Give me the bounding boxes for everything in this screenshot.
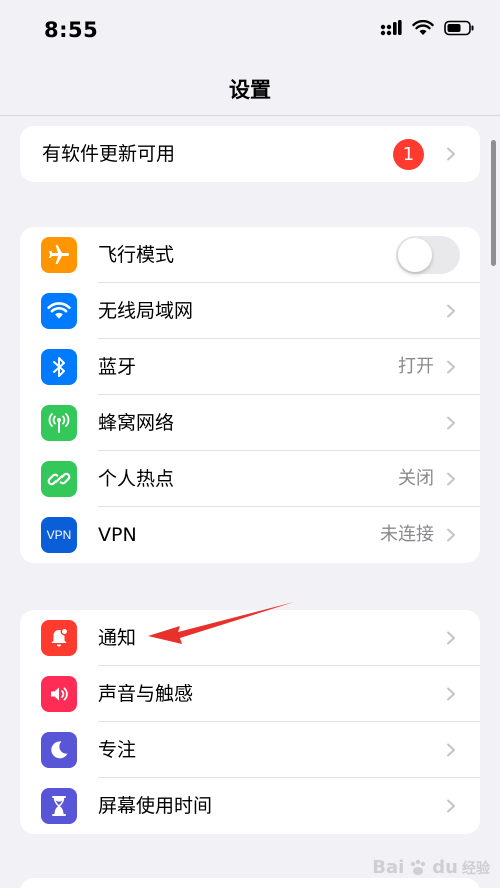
- bluetooth-row[interactable]: 蓝牙 打开: [20, 339, 480, 395]
- wifi-label: 无线局域网: [98, 300, 194, 322]
- chevron-right-icon: [447, 799, 455, 813]
- focus-label: 专注: [98, 739, 137, 761]
- sounds-haptics-label: 声音与触感: [98, 683, 194, 705]
- scrollbar[interactable]: [491, 140, 496, 266]
- bluetooth-status: 打开: [398, 356, 434, 377]
- hotspot-row[interactable]: 个人热点 关闭: [20, 451, 480, 507]
- focus-row[interactable]: 专注: [20, 722, 480, 778]
- toggle-knob: [398, 238, 432, 272]
- vpn-status: 未连接: [380, 524, 434, 545]
- cellular-antenna-icon: [41, 405, 77, 441]
- vpn-icon: VPN: [41, 517, 77, 553]
- vpn-label: VPN: [98, 524, 137, 546]
- cellular-row[interactable]: 蜂窝网络: [20, 395, 480, 451]
- speaker-icon: [41, 676, 77, 712]
- chevron-right-icon: [447, 147, 455, 161]
- vpn-row[interactable]: VPN VPN 未连接: [20, 507, 480, 563]
- bluetooth-label: 蓝牙: [98, 356, 137, 378]
- status-icons: [380, 20, 474, 36]
- cellular-label: 蜂窝网络: [98, 412, 175, 434]
- sounds-haptics-row[interactable]: 声音与触感: [20, 666, 480, 722]
- cellular-signal-icon: [380, 20, 402, 36]
- chevron-right-icon: [447, 631, 455, 645]
- nav-divider: [0, 115, 500, 116]
- vpn-icon-text: VPN: [46, 528, 72, 542]
- wifi-icon: [41, 293, 77, 329]
- battery-icon: [444, 20, 474, 36]
- status-time: 8:55: [44, 18, 99, 42]
- chevron-right-icon: [447, 360, 455, 374]
- moon-icon: [41, 732, 77, 768]
- chevron-right-icon: [447, 743, 455, 757]
- chevron-right-icon: [447, 304, 455, 318]
- software-update-group: 有软件更新可用 1: [20, 126, 480, 182]
- airplane-mode-row[interactable]: 飞行模式: [20, 227, 480, 283]
- next-group-peek: [20, 878, 480, 888]
- airplane-mode-toggle[interactable]: [396, 236, 460, 274]
- software-update-label: 有软件更新可用: [42, 143, 176, 165]
- chevron-right-icon: [447, 416, 455, 430]
- hourglass-icon: [41, 788, 77, 824]
- wifi-row[interactable]: 无线局域网: [20, 283, 480, 339]
- hotspot-icon: [41, 461, 77, 497]
- status-bar: 8:55: [0, 0, 500, 64]
- bluetooth-icon: [41, 349, 77, 385]
- hotspot-status: 关闭: [398, 468, 434, 489]
- chevron-right-icon: [447, 472, 455, 486]
- update-count-badge: 1: [393, 139, 424, 170]
- wifi-icon: [412, 20, 434, 35]
- paw-icon: [411, 859, 426, 875]
- screen-time-row[interactable]: 屏幕使用时间: [20, 778, 480, 834]
- baidu-watermark: Bai du 经验: [372, 857, 490, 878]
- screen-time-label: 屏幕使用时间: [98, 795, 213, 817]
- connectivity-group: 飞行模式 无线局域网 蓝牙 打开 蜂窝网络 个人热点 关闭 VPN VPN 未连…: [20, 227, 480, 563]
- watermark-brand: Bai: [372, 857, 405, 878]
- page-title: 设置: [229, 78, 271, 102]
- chevron-right-icon: [447, 528, 455, 542]
- notification-bell-icon: [41, 620, 77, 656]
- hotspot-label: 个人热点: [98, 468, 175, 490]
- airplane-mode-label: 飞行模式: [98, 244, 175, 266]
- software-update-row[interactable]: 有软件更新可用 1: [20, 126, 480, 182]
- watermark-du: du: [432, 857, 458, 878]
- notifications-label: 通知: [98, 627, 137, 649]
- chevron-right-icon: [447, 687, 455, 701]
- airplane-icon: [41, 237, 77, 273]
- watermark-suffix: 经验: [462, 860, 490, 877]
- red-annotation-arrow-icon: [148, 602, 294, 644]
